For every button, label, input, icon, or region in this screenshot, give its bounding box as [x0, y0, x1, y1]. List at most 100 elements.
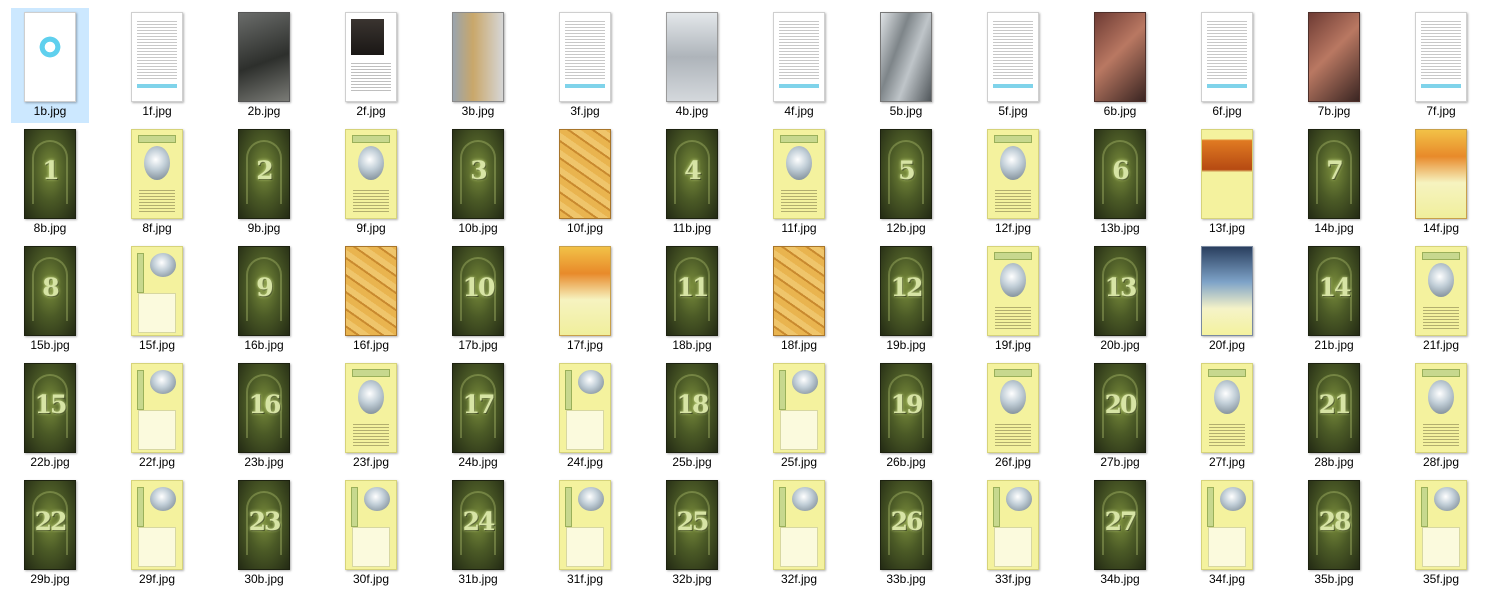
file-item[interactable]: 22f.jpg: [118, 359, 196, 474]
image-thumbnail[interactable]: [773, 246, 825, 336]
image-thumbnail[interactable]: [1308, 12, 1360, 102]
image-thumbnail[interactable]: 7: [1308, 129, 1360, 219]
file-item[interactable]: 29f.jpg: [118, 476, 196, 591]
image-thumbnail[interactable]: 17: [452, 363, 504, 453]
image-thumbnail[interactable]: [559, 480, 611, 570]
file-item[interactable]: 7 14b.jpg: [1295, 125, 1373, 240]
file-item[interactable]: 9 16b.jpg: [225, 242, 303, 357]
image-thumbnail[interactable]: 18: [666, 363, 718, 453]
image-thumbnail[interactable]: [345, 363, 397, 453]
file-item[interactable]: 16 23b.jpg: [225, 359, 303, 474]
image-thumbnail[interactable]: [131, 246, 183, 336]
image-thumbnail[interactable]: [773, 363, 825, 453]
image-thumbnail[interactable]: [345, 246, 397, 336]
file-item[interactable]: 12 19b.jpg: [867, 242, 945, 357]
file-item[interactable]: 25 32b.jpg: [653, 476, 731, 591]
image-thumbnail[interactable]: 4: [666, 129, 718, 219]
file-item[interactable]: 32f.jpg: [760, 476, 838, 591]
image-thumbnail[interactable]: [987, 246, 1039, 336]
file-item[interactable]: 1 8b.jpg: [11, 125, 89, 240]
file-item[interactable]: 3 10b.jpg: [439, 125, 517, 240]
file-item[interactable]: 15 22b.jpg: [11, 359, 89, 474]
file-item[interactable]: 18 25b.jpg: [653, 359, 731, 474]
file-item[interactable]: 14f.jpg: [1402, 125, 1480, 240]
file-item[interactable]: 6b.jpg: [1081, 8, 1159, 123]
file-item[interactable]: 34f.jpg: [1188, 476, 1266, 591]
image-thumbnail[interactable]: 20: [1094, 363, 1146, 453]
file-item[interactable]: 26f.jpg: [974, 359, 1052, 474]
image-thumbnail[interactable]: [559, 12, 611, 102]
image-thumbnail[interactable]: 21: [1308, 363, 1360, 453]
image-thumbnail[interactable]: 19: [880, 363, 932, 453]
image-thumbnail[interactable]: [131, 129, 183, 219]
file-item[interactable]: 16f.jpg: [332, 242, 410, 357]
image-thumbnail[interactable]: [559, 363, 611, 453]
file-item[interactable]: 4 11b.jpg: [653, 125, 731, 240]
file-item[interactable]: 3f.jpg: [546, 8, 624, 123]
file-item[interactable]: 11 18b.jpg: [653, 242, 731, 357]
image-thumbnail[interactable]: 6: [1094, 129, 1146, 219]
image-thumbnail[interactable]: [131, 480, 183, 570]
image-thumbnail[interactable]: 10: [452, 246, 504, 336]
file-item[interactable]: 2 9b.jpg: [225, 125, 303, 240]
image-thumbnail[interactable]: [1201, 12, 1253, 102]
file-item[interactable]: 5b.jpg: [867, 8, 945, 123]
file-item[interactable]: 23f.jpg: [332, 359, 410, 474]
image-thumbnail[interactable]: 22: [24, 480, 76, 570]
image-thumbnail[interactable]: 2: [238, 129, 290, 219]
file-item[interactable]: 18f.jpg: [760, 242, 838, 357]
image-thumbnail[interactable]: 14: [1308, 246, 1360, 336]
image-thumbnail[interactable]: 5: [880, 129, 932, 219]
image-thumbnail[interactable]: 15: [24, 363, 76, 453]
file-item[interactable]: 17f.jpg: [546, 242, 624, 357]
image-thumbnail[interactable]: 24: [452, 480, 504, 570]
image-thumbnail[interactable]: 28: [1308, 480, 1360, 570]
image-thumbnail[interactable]: [987, 12, 1039, 102]
image-thumbnail[interactable]: [773, 480, 825, 570]
image-thumbnail[interactable]: 26: [880, 480, 932, 570]
image-thumbnail[interactable]: 3: [452, 129, 504, 219]
file-item[interactable]: 21f.jpg: [1402, 242, 1480, 357]
image-thumbnail[interactable]: [24, 12, 76, 102]
file-item[interactable]: 20f.jpg: [1188, 242, 1266, 357]
image-thumbnail[interactable]: [131, 363, 183, 453]
file-item[interactable]: 17 24b.jpg: [439, 359, 517, 474]
file-item[interactable]: 15f.jpg: [118, 242, 196, 357]
file-item[interactable]: 11f.jpg: [760, 125, 838, 240]
file-item[interactable]: 27f.jpg: [1188, 359, 1266, 474]
file-item[interactable]: 12f.jpg: [974, 125, 1052, 240]
file-item[interactable]: 25f.jpg: [760, 359, 838, 474]
image-thumbnail[interactable]: [987, 363, 1039, 453]
file-item[interactable]: 33f.jpg: [974, 476, 1052, 591]
image-thumbnail[interactable]: [345, 480, 397, 570]
image-thumbnail[interactable]: [773, 12, 825, 102]
image-thumbnail[interactable]: [131, 12, 183, 102]
file-item[interactable]: 19f.jpg: [974, 242, 1052, 357]
file-item[interactable]: 23 30b.jpg: [225, 476, 303, 591]
file-item[interactable]: 3b.jpg: [439, 8, 517, 123]
file-item[interactable]: 30f.jpg: [332, 476, 410, 591]
image-thumbnail[interactable]: 16: [238, 363, 290, 453]
file-item[interactable]: 9f.jpg: [332, 125, 410, 240]
file-item[interactable]: 6f.jpg: [1188, 8, 1266, 123]
image-thumbnail[interactable]: 25: [666, 480, 718, 570]
image-thumbnail[interactable]: 1: [24, 129, 76, 219]
file-item[interactable]: 13 20b.jpg: [1081, 242, 1159, 357]
file-item[interactable]: 28 35b.jpg: [1295, 476, 1373, 591]
image-thumbnail[interactable]: 12: [880, 246, 932, 336]
image-thumbnail[interactable]: [1415, 246, 1467, 336]
image-thumbnail[interactable]: [1415, 480, 1467, 570]
image-thumbnail[interactable]: 8: [24, 246, 76, 336]
image-thumbnail[interactable]: [1094, 12, 1146, 102]
image-thumbnail[interactable]: [1415, 363, 1467, 453]
file-item[interactable]: 10 17b.jpg: [439, 242, 517, 357]
file-item[interactable]: 28f.jpg: [1402, 359, 1480, 474]
file-item[interactable]: 13f.jpg: [1188, 125, 1266, 240]
image-thumbnail[interactable]: [773, 129, 825, 219]
image-thumbnail[interactable]: [559, 129, 611, 219]
file-item[interactable]: 24 31b.jpg: [439, 476, 517, 591]
image-thumbnail[interactable]: [1415, 129, 1467, 219]
file-item[interactable]: 21 28b.jpg: [1295, 359, 1373, 474]
file-item[interactable]: 1f.jpg: [118, 8, 196, 123]
file-item[interactable]: 27 34b.jpg: [1081, 476, 1159, 591]
